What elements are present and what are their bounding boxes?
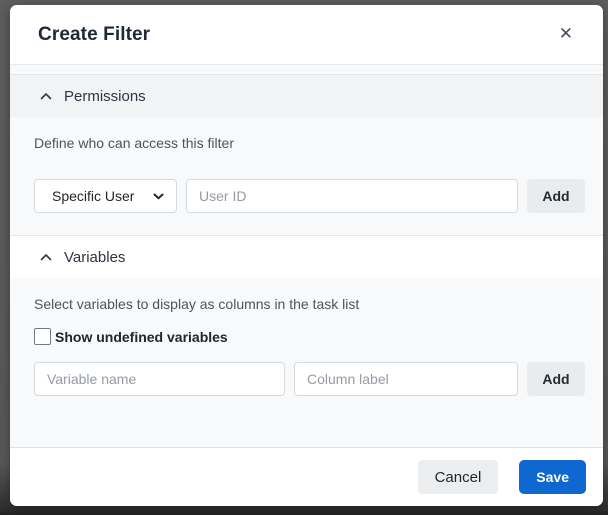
permissions-section-label: Permissions [64,87,146,105]
permission-type-select[interactable]: Specific User [34,179,177,213]
show-undefined-variables-label[interactable]: Show undefined variables [55,329,228,345]
permission-type-selected-value: Specific User [52,188,135,204]
add-variable-button[interactable]: Add [527,362,585,396]
save-button[interactable]: Save [519,460,586,494]
permissions-description: Define who can access this filter [34,135,234,151]
variables-section-body: Select variables to display as columns i… [10,278,603,396]
dialog-body: Permissions Define who can access this f… [10,65,603,447]
permissions-section-body: Define who can access this filter Specif… [10,117,603,235]
show-undefined-variables-checkbox[interactable] [34,328,51,345]
variable-name-input[interactable] [34,362,285,396]
variables-description: Select variables to display as columns i… [34,296,360,312]
create-filter-dialog: Create Filter ✕ Permissions Define who c… [10,5,603,506]
dialog-footer: Cancel Save [10,447,603,506]
add-permission-button[interactable]: Add [527,179,585,213]
show-undefined-variables-row: Show undefined variables [34,328,585,345]
user-id-input[interactable] [186,179,518,213]
dialog-header: Create Filter ✕ [10,5,603,65]
variables-section-header[interactable]: Variables [10,235,603,278]
permissions-section-header[interactable]: Permissions [10,74,603,117]
dialog-title: Create Filter [38,23,151,45]
variable-add-row: Add [34,362,585,396]
column-label-input[interactable] [294,362,518,396]
close-icon[interactable]: ✕ [555,22,577,47]
chevron-up-icon [40,254,52,261]
chevron-up-icon [40,93,52,100]
chevron-down-icon [153,193,164,199]
dialog-backdrop: Create Filter ✕ Permissions Define who c… [0,0,608,515]
variables-section-label: Variables [64,248,126,266]
cancel-button[interactable]: Cancel [417,460,499,494]
permission-add-row: Specific User Add [34,179,585,213]
